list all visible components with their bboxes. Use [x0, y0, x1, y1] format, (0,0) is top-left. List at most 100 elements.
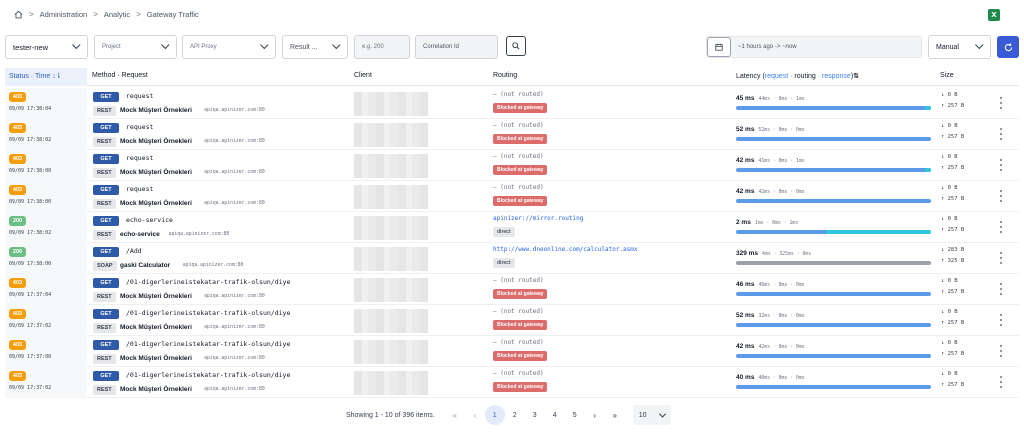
- kebab-menu-icon[interactable]: [999, 97, 1003, 109]
- chevron-down-icon: [332, 40, 341, 50]
- host-address: apiqa.apinizer.com:80: [182, 263, 244, 268]
- table-row[interactable]: 403 09/09 17:37:00 GET REST/01-digerlerinei…: [5, 336, 1019, 367]
- date-range-field[interactable]: ~1 hours ago -> ~now: [706, 36, 922, 58]
- routing-target[interactable]: http://www.dneonline.com/calculator.asmx: [493, 246, 638, 253]
- chevron-down-icon: [72, 40, 81, 50]
- kebab-menu-icon[interactable]: [999, 376, 1003, 388]
- api-proxy-name[interactable]: Mock Müşteri Örnekleri: [120, 293, 192, 300]
- correlation-id-placeholder: Correlation Id: [423, 44, 460, 50]
- table-row[interactable]: 403 09/09 17:38:00 GET REST request Mock Müşt…: [5, 150, 1019, 181]
- routing-target: — (not routed): [493, 370, 544, 377]
- next-page-button[interactable]: ›: [585, 405, 605, 425]
- kebab-menu-icon[interactable]: [999, 345, 1003, 357]
- request-path[interactable]: request: [126, 92, 153, 100]
- search-button[interactable]: [506, 36, 526, 56]
- header-method-request: Method · Request: [92, 72, 148, 79]
- api-proxy-name[interactable]: Mock Müşteri Örnekleri: [120, 324, 192, 331]
- api-proxy-name[interactable]: Mock Müşteri Örnekleri: [120, 386, 192, 393]
- protocol-badge: REST: [93, 199, 116, 209]
- size-down: ↓ 0 B: [941, 216, 958, 222]
- kebab-menu-icon[interactable]: [999, 314, 1003, 326]
- api-proxy-name[interactable]: Mock Müşteri Örnekleri: [120, 355, 192, 362]
- kebab-menu-icon[interactable]: [999, 159, 1003, 171]
- excel-export-icon[interactable]: X: [988, 9, 1000, 21]
- protocol-badge: REST: [93, 354, 116, 364]
- page-button-2[interactable]: 2: [505, 405, 525, 425]
- request-path[interactable]: request: [126, 154, 153, 162]
- refresh-mode-select[interactable]: Manual: [928, 35, 991, 59]
- status-badge: 403: [9, 278, 26, 288]
- pagination: Showing 1 - 10 of 396 items. « ‹ 1 2 3 4…: [346, 404, 671, 426]
- request-path[interactable]: /01-digerlerineistekatar-trafik-olsun/di…: [126, 371, 290, 379]
- kebab-menu-icon[interactable]: [999, 221, 1003, 233]
- environment-select[interactable]: tester-new: [5, 35, 88, 59]
- api-proxy-name[interactable]: Mock Müşteri Örnekleri: [120, 169, 192, 176]
- environment-value: tester-new: [13, 42, 49, 52]
- header-latency[interactable]: Latency (request · routing · response)⇅: [736, 72, 859, 80]
- last-page-button[interactable]: »: [605, 405, 625, 425]
- api-proxy-name[interactable]: Mock Müşteri Örnekleri: [120, 200, 192, 207]
- page-size-select[interactable]: 10: [632, 405, 671, 425]
- page-button-3[interactable]: 3: [525, 405, 545, 425]
- first-page-button[interactable]: «: [445, 405, 465, 425]
- refresh-button[interactable]: [997, 36, 1019, 58]
- status-code-input[interactable]: e.g. 200: [354, 35, 410, 59]
- api-proxy-select[interactable]: API Proxy: [182, 35, 276, 59]
- host-address: apiqa.apinizer.com:80: [204, 108, 265, 113]
- api-proxy-name[interactable]: gaski Calculator: [120, 262, 170, 269]
- api-proxy-name[interactable]: echo-service: [120, 231, 160, 238]
- client-info-redacted: [354, 278, 428, 302]
- sort-icon[interactable]: ↓⇂: [52, 73, 61, 80]
- request-path[interactable]: request: [126, 185, 153, 193]
- routing-target[interactable]: apinizer://mirror.routing: [493, 215, 583, 222]
- routing-badge: Blocked at gateway: [493, 103, 548, 113]
- page-button-1[interactable]: 1: [484, 405, 505, 425]
- request-path[interactable]: request: [126, 123, 153, 131]
- host-address: apiqa.apinizer.com:80: [204, 294, 265, 299]
- page-button-4[interactable]: 4: [545, 405, 565, 425]
- api-proxy-name[interactable]: Mock Müşteri Örnekleri: [120, 138, 192, 145]
- host-address: apiqa.apinizer.com:80: [204, 170, 265, 175]
- table-row[interactable]: 403 09/09 17:38:04 GET REST request Mock Müşt…: [5, 88, 1019, 119]
- table-row[interactable]: 200 09/09 17:38:02 GET REST echo-service echo…: [5, 212, 1019, 243]
- table-row[interactable]: 403 09/09 17:38:02 GET REST request Mock Müşt…: [5, 119, 1019, 150]
- kebab-menu-icon[interactable]: [999, 128, 1003, 140]
- header-status-time[interactable]: Status · Time ↓⇂: [5, 68, 87, 86]
- table-row[interactable]: 403 09/09 17:37:04 GET REST/01-digerlerinei…: [5, 274, 1019, 305]
- breadcrumb-administration[interactable]: Administration: [40, 10, 88, 19]
- chevron-down-icon: [161, 40, 170, 50]
- latency-value: 40 ms 40ms · 0ms · 0ms: [736, 374, 805, 381]
- calendar-button[interactable]: [707, 37, 731, 57]
- request-path[interactable]: /01-digerlerineistekatar-trafik-olsun/di…: [126, 278, 290, 286]
- table-row[interactable]: 403 09/09 17:37:02 GET REST/01-digerlerinei…: [5, 305, 1019, 336]
- status-badge: 403: [9, 123, 26, 133]
- table-row[interactable]: 403 09/09 17:37:02 GET REST/01-digerlerinei…: [5, 367, 1019, 398]
- correlation-id-input[interactable]: Correlation Id: [415, 35, 498, 59]
- size-down: ↓ 283 B: [941, 247, 965, 253]
- sort-icon[interactable]: ⇅: [853, 73, 859, 80]
- request-path[interactable]: /01-digerlerineistekatar-trafik-olsun/di…: [126, 309, 290, 317]
- prev-page-button[interactable]: ‹: [465, 405, 485, 425]
- client-info-redacted: [354, 309, 428, 333]
- protocol-badge: REST: [93, 292, 116, 302]
- request-path[interactable]: echo-service: [126, 216, 173, 224]
- breadcrumb-analytic[interactable]: Analytic: [104, 10, 130, 19]
- kebab-menu-icon[interactable]: [999, 252, 1003, 264]
- project-select[interactable]: Project: [94, 35, 177, 59]
- breadcrumb-separator: >: [136, 9, 141, 19]
- request-path[interactable]: /Add: [126, 247, 142, 255]
- method-badge: GET: [93, 309, 119, 319]
- client-info-redacted: [354, 216, 428, 240]
- latency-breakdown: 32ms · 0ms · 0ms: [758, 314, 805, 319]
- home-icon[interactable]: [14, 10, 23, 19]
- latency-bar: [736, 261, 931, 265]
- kebab-menu-icon[interactable]: [999, 283, 1003, 295]
- page-button-5[interactable]: 5: [565, 405, 585, 425]
- routing-badge: direct: [493, 258, 515, 268]
- table-row[interactable]: 403 09/09 17:38:00 GET REST request Mock Müşt…: [5, 181, 1019, 212]
- request-path[interactable]: /01-digerlerineistekatar-trafik-olsun/di…: [126, 340, 290, 348]
- table-row[interactable]: 200 09/09 17:38:00 GET SOAP/Add gaski Calcul…: [5, 243, 1019, 274]
- kebab-menu-icon[interactable]: [999, 190, 1003, 202]
- api-proxy-name[interactable]: Mock Müşteri Örnekleri: [120, 107, 192, 114]
- result-select[interactable]: Result ...: [282, 35, 348, 59]
